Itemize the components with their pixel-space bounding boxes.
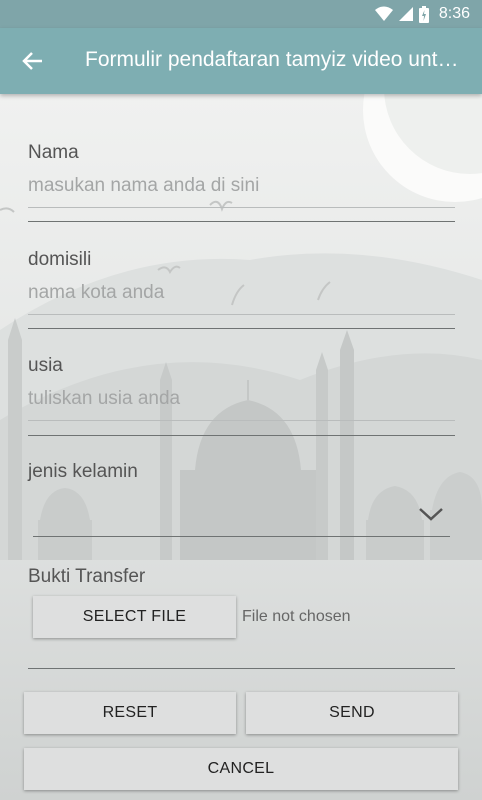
chevron-down-icon [419,508,443,521]
battery-icon [418,5,429,23]
status-bar: 8:36 [0,0,482,28]
nama-label: Nama [28,142,79,163]
select-file-button[interactable]: SELECT FILE [33,596,236,638]
usia-input-underline [28,420,455,421]
domisili-label: domisili [28,249,92,270]
jenis-kelamin-dropdown[interactable] [33,498,450,538]
app-bar: Formulir pendaftaran tamyiz video untuk … [0,28,482,94]
domisili-input-underline [28,314,455,315]
signal-icon [398,7,413,21]
domisili-input[interactable] [28,278,455,308]
file-status-text: File not chosen [242,608,351,625]
cancel-button[interactable]: CANCEL [24,748,458,790]
send-button[interactable]: SEND [246,692,458,734]
back-button[interactable] [16,45,48,77]
dropdown-underline [33,536,450,537]
status-icons: 8:36 [374,4,470,24]
field-divider [28,668,455,669]
back-arrow-icon [22,52,42,70]
nama-input[interactable] [28,171,455,201]
jenis-kelamin-label: jenis kelamin [28,461,138,482]
nama-input-underline [28,207,455,208]
field-divider [28,221,455,222]
bukti-transfer-label: Bukti Transfer [28,566,146,587]
field-divider [28,328,455,329]
usia-label: usia [28,355,63,376]
reset-button[interactable]: RESET [24,692,236,734]
field-divider [28,435,455,436]
registration-form: Nama domisili usia jenis kelamin Bukti T… [0,94,482,800]
wifi-icon [374,6,393,21]
usia-input[interactable] [28,384,455,414]
status-time: 8:36 [438,5,470,22]
page-title: Formulir pendaftaran tamyiz video untuk … [85,48,470,71]
